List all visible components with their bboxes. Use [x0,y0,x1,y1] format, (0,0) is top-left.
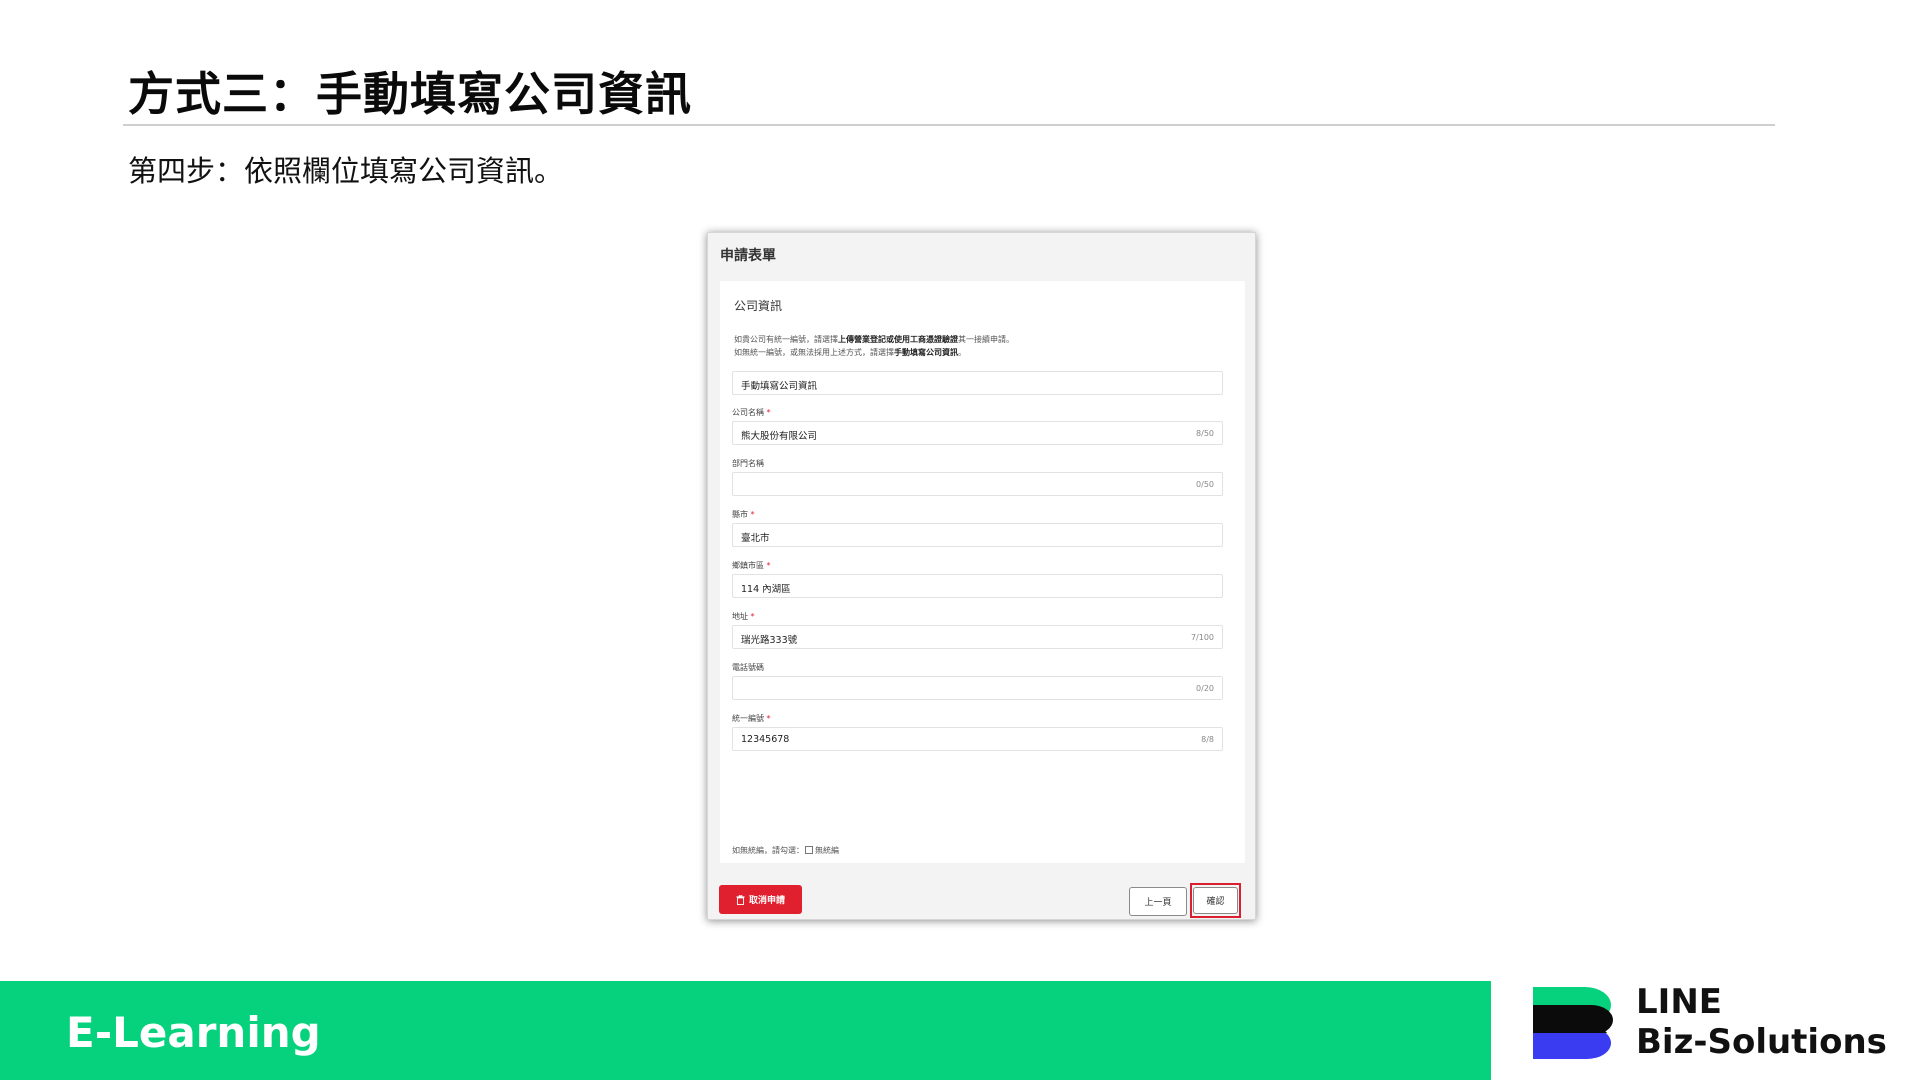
field-label: 縣市 * [732,510,755,519]
brand-name-line2: Biz-Solutions [1636,1022,1887,1062]
application-form-screenshot: 申請表單 公司資訊 如貴公司有統一編號，請選擇上傳營業登記或使用工商憑證驗證其一… [707,232,1256,920]
district-field: 鄉鎮市區 * 114 內湖區 [732,560,1223,598]
char-counter: 8/8 [1201,735,1214,744]
slide-title: 方式三：手動填寫公司資訊 [128,67,692,121]
no-tax-id-option: 如無統編，請勾選： 無統編 [732,846,839,855]
tax-id-field: 統一編號 * 12345678 8/8 [732,713,1223,751]
instruction-note: 如貴公司有統一編號，請選擇上傳營業登記或使用工商憑證驗證其一接續申請。 如無統一… [734,333,1014,359]
district-select[interactable]: 114 內湖區 [732,574,1223,598]
company-name-input[interactable]: 熊大股份有限公司 8/50 [732,421,1223,445]
address-input[interactable]: 瑞光路333號 7/100 [732,625,1223,649]
trash-icon [736,894,745,905]
method-select[interactable]: 手動填寫公司資訊 [732,371,1223,395]
company-info-card: 公司資訊 如貴公司有統一編號，請選擇上傳營業登記或使用工商憑證驗證其一接續申請。… [720,281,1245,863]
field-label: 鄉鎮市區 * [732,561,771,570]
char-counter: 0/50 [1196,480,1214,489]
confirm-button[interactable]: 確認 [1193,887,1238,914]
char-counter: 7/100 [1190,633,1214,642]
char-counter: 8/50 [1196,429,1214,438]
previous-page-button[interactable]: 上一頁 [1129,887,1187,916]
address-field: 地址 * 瑞光路333號 7/100 [732,611,1223,649]
city-field: 縣市 * 臺北市 [732,509,1223,547]
title-divider [123,124,1775,126]
section-title: 公司資訊 [734,299,783,313]
cancel-application-button[interactable]: 取消申請 [719,885,802,914]
field-label: 公司名稱 * [732,408,771,417]
no-tax-id-checkbox[interactable] [805,846,813,854]
tax-id-input[interactable]: 12345678 8/8 [732,727,1223,751]
field-label: 統一編號 * [732,714,771,723]
footer-label: E-Learning [66,1008,321,1057]
phone-field: 電話號碼 0/20 [732,662,1223,700]
company-name-field: 公司名稱 * 熊大股份有限公司 8/50 [732,407,1223,445]
note-line-2: 如無統一編號，或無法採用上述方式，請選擇手動填寫公司資訊。 [734,348,966,357]
phone-input[interactable]: 0/20 [732,676,1223,700]
field-label: 電話號碼 [732,663,764,672]
field-label: 地址 * [732,612,755,621]
field-label: 部門名稱 [732,459,764,468]
department-name-input[interactable]: 0/50 [732,472,1223,496]
note-line-1: 如貴公司有統一編號，請選擇上傳營業登記或使用工商憑證驗證其一接續申請。 [734,335,1014,344]
slide-subtitle: 第四步：依照欄位填寫公司資訊。 [128,154,564,188]
form-header: 申請表單 [708,233,1255,271]
line-biz-solutions-logo [1533,987,1613,1059]
department-name-field: 部門名稱 0/50 [732,458,1223,496]
char-counter: 0/20 [1196,684,1214,693]
brand-name-line1: LINE [1636,982,1722,1022]
city-select[interactable]: 臺北市 [732,523,1223,547]
